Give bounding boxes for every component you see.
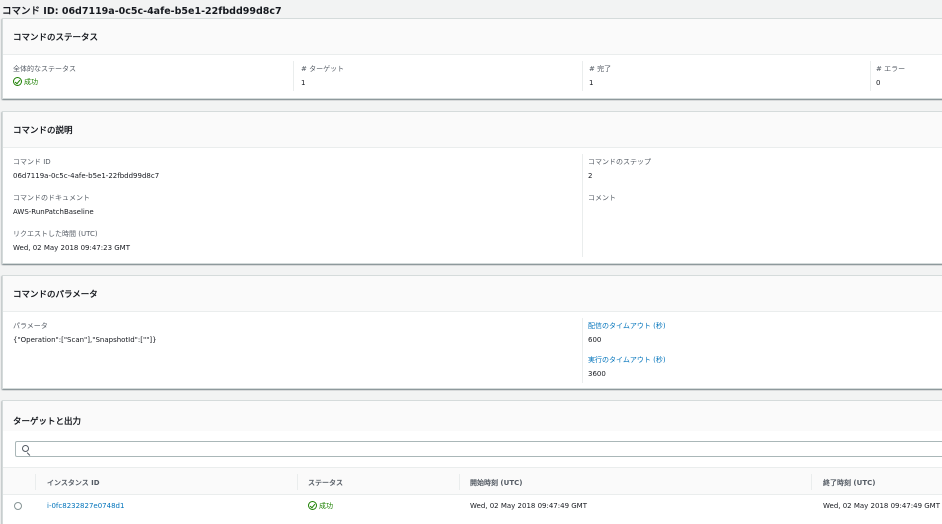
column-start-time[interactable]: 開始時刻 (UTC): [470, 478, 522, 488]
check-circle-icon: [308, 501, 317, 510]
targets-output-panel: ターゲットと出力 インスタンス ID ステータス 開始時刻 (UTC) 終了時刻…: [2, 400, 942, 524]
requested-time-value: Wed, 02 May 2018 09:47:23 GMT: [13, 244, 130, 252]
comment-label: コメント: [588, 194, 616, 202]
row-status: 成功: [308, 501, 333, 511]
table-row: i-0fc8232827e0748d1 成功 Wed, 02 May 2018 …: [3, 495, 942, 517]
search-icon: [22, 445, 29, 452]
errors-count-value: 0: [876, 79, 881, 87]
page-title: コマンド ID: 06d7119a-0c5c-4afe-b5e1-22fbdd9…: [2, 6, 282, 17]
steps-label: コマンドのステップ: [588, 158, 651, 166]
document-label: コマンドのドキュメント: [13, 194, 90, 202]
delivery-timeout-label[interactable]: 配信のタイムアウト (秒): [588, 321, 666, 331]
execution-timeout-label[interactable]: 実行のタイムアウト (秒): [588, 355, 666, 365]
completed-count-value: 1: [589, 79, 594, 87]
row-select-radio[interactable]: [14, 502, 22, 510]
execution-timeout-value: 3600: [588, 370, 606, 378]
command-parameters-panel: コマンドのパラメータ パラメータ {"Operation":["Scan"],"…: [2, 275, 942, 389]
column-status[interactable]: ステータス: [308, 478, 343, 488]
completed-count-label: # 完了: [589, 65, 612, 73]
parameters-label: パラメータ: [13, 322, 48, 330]
row-end-time: Wed, 02 May 2018 09:47:49 GMT: [823, 502, 940, 510]
command-status-panel: コマンドのステータス 全体的なステータス 成功 # ターゲット 1 # 完了 1…: [2, 18, 942, 99]
row-start-time: Wed, 02 May 2018 09:47:49 GMT: [470, 502, 587, 510]
column-end-time[interactable]: 終了時刻 (UTC): [823, 478, 875, 488]
command-parameters-header: コマンドのパラメータ: [3, 276, 942, 312]
column-instance-id[interactable]: インスタンス ID: [47, 478, 100, 488]
document-value: AWS-RunPatchBaseline: [13, 208, 94, 216]
check-circle-icon: [13, 77, 22, 86]
targets-count-value: 1: [301, 79, 306, 87]
overall-status-value: 成功: [13, 77, 76, 87]
search-input[interactable]: [15, 441, 942, 457]
steps-value: 2: [588, 172, 593, 180]
command-description-panel: コマンドの説明 コマンド ID 06d7119a-0c5c-4afe-b5e1-…: [2, 111, 942, 264]
parameters-value: {"Operation":["Scan"],"SnapshotId":[""]}: [13, 336, 157, 344]
command-id-value: 06d7119a-0c5c-4afe-b5e1-22fbdd99d8c7: [13, 172, 160, 180]
targets-output-header: ターゲットと出力: [3, 401, 942, 431]
command-id-label: コマンド ID: [13, 158, 51, 166]
errors-count-label: # エラー: [876, 65, 906, 73]
targets-count-label: # ターゲット: [301, 65, 345, 73]
table-header: インスタンス ID ステータス 開始時刻 (UTC) 終了時刻 (UTC): [3, 467, 942, 495]
delivery-timeout-value: 600: [588, 336, 602, 344]
instance-id-link[interactable]: i-0fc8232827e0748d1: [47, 502, 124, 510]
overall-status-label: 全体的なステータス: [13, 65, 76, 73]
requested-time-label: リクエストした時間 (UTC): [13, 230, 98, 238]
command-description-header: コマンドの説明: [3, 112, 942, 148]
command-status-header: コマンドのステータス: [3, 19, 942, 55]
